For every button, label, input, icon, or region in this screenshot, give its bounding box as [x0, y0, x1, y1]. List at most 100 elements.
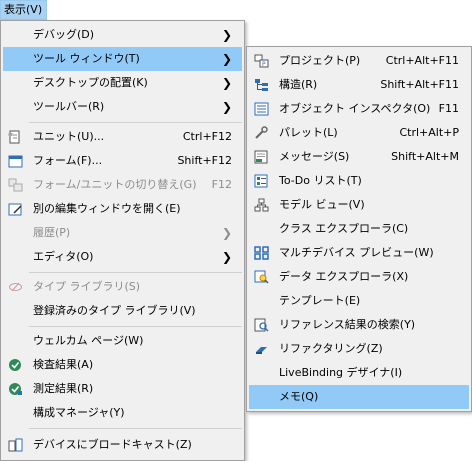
submenu-item-class-explorer[interactable]: クラス エクスプローラ(C): [249, 217, 469, 241]
submenu-arrow-icon: ❯: [221, 28, 232, 42]
menu-item-audit-results[interactable]: 検査結果(A): [3, 353, 242, 377]
submenu-arrow-icon: ❯: [221, 76, 232, 90]
structure-icon: [254, 78, 269, 92]
submenu-item-livebinding-designer[interactable]: LiveBinding デザイナ(I): [249, 361, 469, 385]
svg-text:P: P: [262, 61, 266, 68]
form-icon: [8, 154, 23, 168]
menu-item-label: 登録済みのタイプ ライブラリ(V): [33, 304, 196, 317]
menu-separator: [29, 272, 242, 273]
menu-item-label: モデル ビュー(V): [279, 198, 365, 211]
menu-item-configuration-manager[interactable]: 構成マネージャ(Y): [3, 401, 242, 425]
data-explorer-icon: [254, 270, 269, 284]
menu-item-forms[interactable]: フォーム(F)... Shift+F12: [3, 149, 242, 173]
menu-item-shortcut: Ctrl+F12: [182, 130, 232, 143]
menu-item-welcome-page[interactable]: ウェルカム ページ(W): [3, 329, 242, 353]
submenu-item-structure[interactable]: 構造(R) Shift+Alt+F11: [249, 73, 469, 97]
menu-item-broadcast-to-devices[interactable]: デバイスにブロードキャスト(Z): [3, 433, 242, 457]
menu-item-tool-windows[interactable]: ツール ウィンドウ(T) ❯: [3, 47, 242, 71]
submenu-arrow-icon: ❯: [221, 100, 232, 114]
menu-item-label: 別の編集ウィンドウを開く(E): [33, 202, 181, 215]
submenu-item-object-inspector[interactable]: オブジェクト インスペクタ(O) F11: [249, 97, 469, 121]
menu-item-label: フォーム/ユニットの切り替え(G): [33, 178, 197, 191]
submenu-item-project[interactable]: P プロジェクト(P) Ctrl+Alt+F11: [249, 49, 469, 73]
menu-separator: [29, 326, 242, 327]
menu-item-label: タイプ ライブラリ(S): [33, 280, 141, 293]
menu-item-label: 測定結果(R): [33, 382, 94, 395]
submenu-item-model-view[interactable]: モデル ビュー(V): [249, 193, 469, 217]
menu-item-shortcut: Shift+F12: [177, 154, 232, 167]
menu-item-label: 履歴(P): [33, 226, 71, 239]
menu-item-label: デバイスにブロードキャスト(Z): [33, 438, 192, 451]
unit-icon: [8, 130, 23, 144]
multi-device-preview-icon: [254, 246, 269, 260]
view-menu: デバッグ(D) ❯ ツール ウィンドウ(T) ❯ デスクトップの配置(K) ❯ …: [0, 20, 245, 461]
menu-item-label: パレット(L): [279, 126, 338, 139]
submenu-item-multi-device-preview[interactable]: マルチデバイス プレビュー(W): [249, 241, 469, 265]
menu-item-label: プロジェクト(P): [279, 54, 361, 67]
audit-results-icon: [8, 358, 23, 372]
menu-item-shortcut: F11: [438, 102, 459, 115]
find-references-icon: [254, 318, 269, 332]
model-view-icon: [254, 198, 269, 212]
object-inspector-icon: [254, 102, 269, 116]
menu-item-label: ウェルカム ページ(W): [33, 334, 144, 347]
menu-item-units[interactable]: ユニット(U)... Ctrl+F12: [3, 125, 242, 149]
menu-item-shortcut: Ctrl+Alt+P: [399, 126, 459, 139]
menu-item-label: ユニット(U)...: [33, 130, 105, 143]
menu-item-shortcut: F12: [211, 178, 232, 191]
menu-item-label: デバッグ(D): [33, 28, 95, 41]
menu-item-label: データ エクスプローラ(X): [279, 270, 409, 283]
menu-item-shortcut: Shift+Alt+F11: [380, 78, 459, 91]
menubar-view[interactable]: 表示(V): [0, 0, 48, 20]
submenu-arrow-icon: ❯: [221, 226, 232, 240]
menu-item-toggle-form-unit[interactable]: フォーム/ユニットの切り替え(G) F12: [3, 173, 242, 197]
submenu-item-find-references[interactable]: リファレンス結果の検索(Y): [249, 313, 469, 337]
project-icon: P: [254, 54, 269, 68]
menu-item-label: マルチデバイス プレビュー(W): [279, 246, 434, 259]
palette-wrench-icon: [254, 126, 269, 140]
submenu-item-messages[interactable]: メッセージ(S) Shift+Alt+M: [249, 145, 469, 169]
menu-item-type-library[interactable]: タイプ ライブラリ(S): [3, 275, 242, 299]
menu-item-label: エディタ(O): [33, 250, 94, 263]
menu-item-label: デスクトップの配置(K): [33, 76, 148, 89]
menu-item-new-edit-window[interactable]: 別の編集ウィンドウを開く(E): [3, 197, 242, 221]
menu-item-label: リファレンス結果の検索(Y): [279, 318, 416, 331]
submenu-item-data-explorer[interactable]: データ エクスプローラ(X): [249, 265, 469, 289]
menu-item-debug[interactable]: デバッグ(D) ❯: [3, 23, 242, 47]
menu-item-history[interactable]: 履歴(P) ❯: [3, 221, 242, 245]
menu-item-label: リファクタリング(Z): [279, 342, 383, 355]
menu-item-label: 構造(R): [279, 78, 318, 91]
todo-list-icon: [254, 174, 269, 188]
refactoring-icon: [254, 342, 269, 356]
submenu-item-palette[interactable]: パレット(L) Ctrl+Alt+P: [249, 121, 469, 145]
menu-item-label: クラス エクスプローラ(C): [279, 222, 409, 235]
broadcast-icon: [8, 438, 23, 452]
menu-item-label: フォーム(F)...: [33, 154, 103, 167]
menu-item-label: ツールバー(R): [33, 100, 105, 113]
submenu-item-templates[interactable]: テンプレート(E): [249, 289, 469, 313]
menu-item-label: ツール ウィンドウ(T): [33, 52, 140, 65]
menu-item-label: オブジェクト インスペクタ(O): [279, 102, 431, 115]
messages-icon: [254, 150, 269, 164]
menu-item-registered-type-libraries[interactable]: 登録済みのタイプ ライブラリ(V): [3, 299, 242, 323]
menu-separator: [29, 122, 242, 123]
menu-item-editor[interactable]: エディタ(O) ❯: [3, 245, 242, 269]
menu-item-shortcut: Ctrl+Alt+F11: [385, 54, 459, 67]
menu-item-desktop-layout[interactable]: デスクトップの配置(K) ❯: [3, 71, 242, 95]
menu-item-metrics-results[interactable]: 測定結果(R): [3, 377, 242, 401]
menu-item-label: メモ(Q): [279, 390, 319, 403]
tool-windows-submenu: P プロジェクト(P) Ctrl+Alt+F11 構造(R) Shift+Alt…: [246, 46, 472, 412]
menu-item-label: テンプレート(E): [279, 294, 361, 307]
menu-bar: 表示(V): [0, 0, 472, 20]
toggle-form-unit-icon: [8, 178, 23, 192]
menu-item-label: LiveBinding デザイナ(I): [279, 366, 403, 379]
metrics-results-icon: [8, 382, 23, 396]
menu-item-toolbars[interactable]: ツールバー(R) ❯: [3, 95, 242, 119]
menu-item-label: To-Do リスト(T): [279, 174, 362, 187]
submenu-item-refactoring[interactable]: リファクタリング(Z): [249, 337, 469, 361]
submenu-item-memo[interactable]: メモ(Q): [249, 385, 469, 409]
menu-separator: [29, 428, 242, 429]
new-edit-window-icon: [8, 202, 23, 216]
submenu-item-todo-list[interactable]: To-Do リスト(T): [249, 169, 469, 193]
menu-item-shortcut: Shift+Alt+M: [391, 150, 459, 163]
